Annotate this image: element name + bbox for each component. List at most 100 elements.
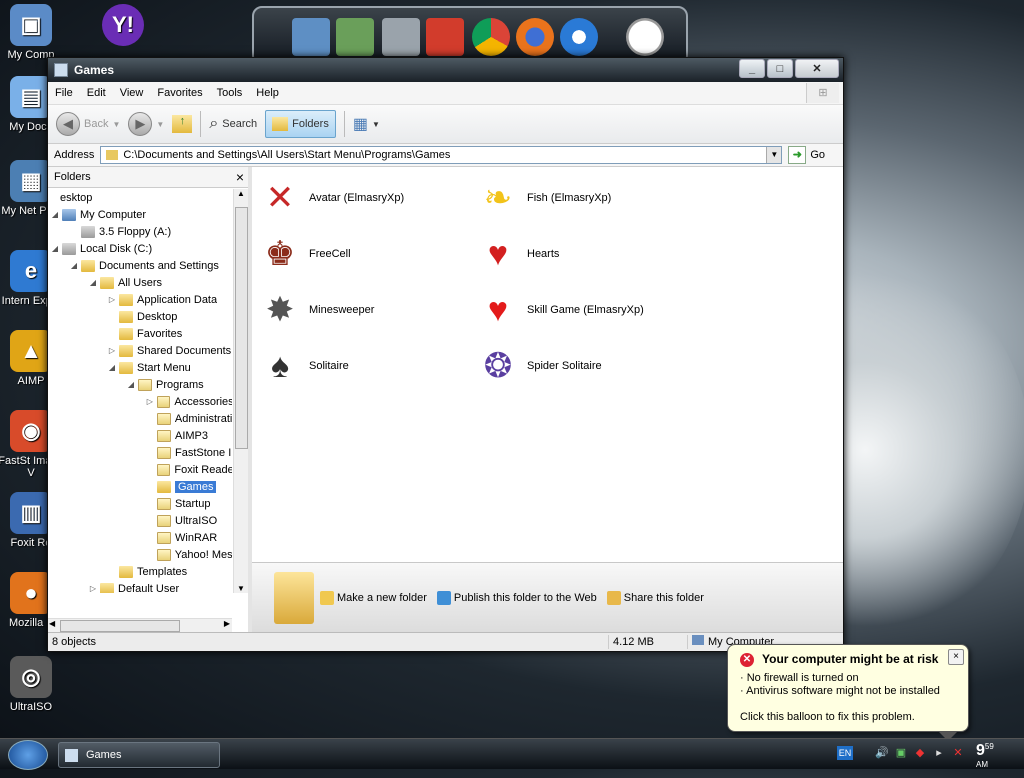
close-icon[interactable]: ✕: [795, 59, 839, 78]
folder-task-link[interactable]: Make a new folder: [320, 591, 427, 605]
tree-item[interactable]: Desktop: [48, 308, 232, 325]
scroll-up-icon[interactable]: ▲: [234, 189, 248, 198]
scroll-left-icon[interactable]: ◀: [49, 619, 55, 628]
tree-item[interactable]: FastStone I: [48, 444, 232, 461]
address-dropdown-icon[interactable]: ▼: [766, 147, 782, 163]
tree-expander-icon[interactable]: ◢: [126, 380, 136, 389]
tree-item[interactable]: ▷ Accessories: [48, 393, 232, 410]
file-item[interactable]: ❂ Spider Solitaire: [474, 339, 684, 393]
file-item[interactable]: ❧ Fish (ElmasryXp): [474, 171, 684, 225]
chrome-icon[interactable]: [472, 18, 510, 56]
tree-item[interactable]: ◢ All Users: [48, 274, 232, 291]
firefox-icon[interactable]: [516, 18, 554, 56]
security-center-icon[interactable]: ◆: [913, 746, 927, 760]
tree-item[interactable]: Startup: [48, 495, 232, 512]
tree-vertical-scrollbar[interactable]: ▲ ▼: [233, 189, 248, 593]
explorer-body: Folders × esktop ◢ My Computer 3.5 Floppy (…: [48, 167, 843, 633]
volume-icon[interactable]: 🔊: [875, 746, 889, 760]
tree-item[interactable]: Foxit Reade: [48, 461, 232, 478]
menu-favorites[interactable]: Favorites: [150, 87, 209, 99]
folder-task-link[interactable]: Publish this folder to the Web: [436, 591, 597, 605]
forward-button[interactable]: ▶ ▼: [128, 112, 164, 136]
internet-explorer-icon[interactable]: [560, 18, 598, 56]
yahoo-messenger-icon[interactable]: Y!: [88, 4, 158, 49]
folders-pane-close-icon[interactable]: ×: [236, 169, 244, 185]
go-button[interactable]: ➜ Go: [788, 146, 825, 164]
tree-expander-icon[interactable]: ◢: [69, 261, 79, 270]
scroll-thumb[interactable]: [235, 207, 248, 449]
folders-button[interactable]: Folders: [265, 110, 336, 138]
tree-item[interactable]: WinRAR: [48, 529, 232, 546]
tree-item[interactable]: ▷ Application Data: [48, 291, 232, 308]
file-item[interactable]: ♚ FreeCell: [256, 227, 466, 281]
tree-horizontal-scrollbar[interactable]: ◀ ▶: [48, 618, 232, 633]
balloon-close-icon[interactable]: ×: [948, 649, 964, 665]
tree-item[interactable]: UltraISO: [48, 512, 232, 529]
tree-expander-icon[interactable]: ▷: [107, 295, 117, 304]
tree-item[interactable]: Administrati: [48, 410, 232, 427]
tree-item[interactable]: Favorites: [48, 325, 232, 342]
tree-item[interactable]: ◢ Documents and Settings: [48, 257, 232, 274]
menu-tools[interactable]: Tools: [210, 87, 250, 99]
address-input[interactable]: C:\Documents and Settings\All Users\Star…: [100, 146, 783, 164]
taskbar-task-games[interactable]: Games: [58, 742, 220, 768]
books-icon[interactable]: [336, 18, 374, 56]
tree-item[interactable]: ◢ Local Disk (C:): [48, 240, 232, 257]
menu-file[interactable]: File: [48, 87, 80, 99]
drive-icon[interactable]: [382, 18, 420, 56]
forward-dropdown-icon[interactable]: ▼: [156, 120, 164, 129]
up-folder-button[interactable]: ↑: [172, 115, 193, 133]
tray-arrow-icon[interactable]: ▸: [932, 746, 946, 760]
tree-item[interactable]: ▷ Default User: [48, 580, 232, 593]
scroll-right-icon[interactable]: ▶: [224, 619, 230, 628]
start-button[interactable]: [8, 740, 48, 770]
back-dropdown-icon[interactable]: ▼: [112, 120, 120, 129]
maximize-icon[interactable]: □: [767, 59, 793, 78]
file-item[interactable]: ♥ Skill Game (ElmasryXp): [474, 283, 684, 337]
clock[interactable]: 959 AM: [976, 742, 994, 778]
clock-icon[interactable]: [626, 18, 664, 56]
file-item[interactable]: ✸ Minesweeper: [256, 283, 466, 337]
tree-item[interactable]: ◢ Start Menu: [48, 359, 232, 376]
menu-help[interactable]: Help: [249, 87, 286, 99]
scroll-down-icon[interactable]: ▼: [234, 584, 248, 593]
tree-expander-icon[interactable]: ◢: [107, 363, 117, 372]
language-indicator[interactable]: EN: [837, 746, 853, 760]
recycle-bin-icon[interactable]: [426, 18, 464, 56]
tree-expander-icon[interactable]: ▷: [88, 584, 98, 593]
tree-item[interactable]: Games: [48, 478, 232, 495]
tree-item[interactable]: ◢ Programs: [48, 376, 232, 393]
tree-item[interactable]: AIMP3: [48, 427, 232, 444]
desktop-icon[interactable]: ▣ My Comp: [0, 4, 66, 61]
tree-expander-icon[interactable]: ▷: [145, 397, 155, 406]
tree-item[interactable]: Templates: [48, 563, 232, 580]
file-item[interactable]: ♥ Hearts: [474, 227, 684, 281]
security-alert-icon[interactable]: ✕: [951, 746, 965, 760]
tree-item[interactable]: ◢ My Computer: [48, 206, 232, 223]
tree-expander-icon[interactable]: ◢: [50, 210, 60, 219]
tree-expander-icon[interactable]: ◢: [88, 278, 98, 287]
search-button[interactable]: ⌕ Search: [209, 115, 257, 133]
network-icon[interactable]: ▣: [894, 746, 908, 760]
tree-item[interactable]: Yahoo! Mes: [48, 546, 232, 563]
minimize-icon[interactable]: _: [739, 59, 765, 78]
desktop-icon[interactable]: ◎ UltraISO: [0, 656, 66, 713]
tree-expander-icon[interactable]: ◢: [50, 244, 60, 253]
tree-item[interactable]: 3.5 Floppy (A:): [48, 223, 232, 240]
security-balloon[interactable]: ✕ Your computer might be at risk × · No …: [727, 644, 969, 741]
folder-icon: [119, 361, 133, 374]
tree-expander-icon[interactable]: ▷: [107, 346, 117, 355]
back-button[interactable]: ◀ Back ▼: [56, 112, 120, 136]
desktop-icon-label: UltraISO: [9, 701, 53, 713]
file-item[interactable]: ✕ Avatar (ElmasryXp): [256, 171, 466, 225]
h-scroll-thumb[interactable]: [60, 620, 180, 632]
file-item[interactable]: ♠ Solitaire: [256, 339, 466, 393]
monitor-icon[interactable]: [292, 18, 330, 56]
title-bar[interactable]: Games _ □ ✕: [48, 58, 843, 82]
menu-view[interactable]: View: [113, 87, 151, 99]
views-button[interactable]: ▦ ▼: [353, 114, 380, 134]
menu-edit[interactable]: Edit: [80, 87, 113, 99]
folder-task-link[interactable]: Share this folder: [606, 591, 704, 605]
tree-item[interactable]: esktop: [48, 189, 232, 206]
tree-item[interactable]: ▷ Shared Documents: [48, 342, 232, 359]
